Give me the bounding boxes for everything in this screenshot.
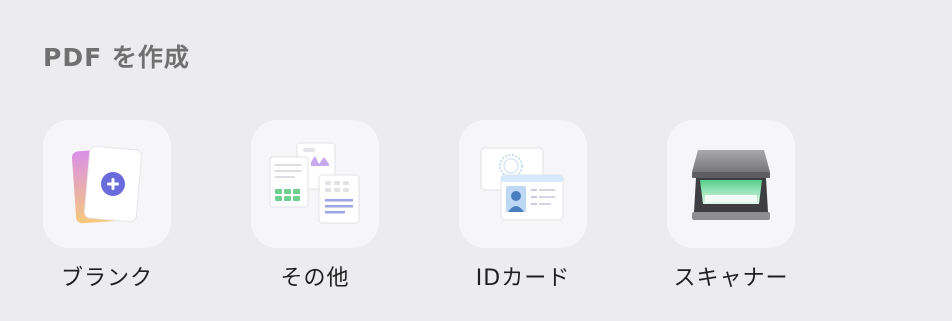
blank-document-plus-icon	[71, 145, 143, 224]
section-title: PDF を作成	[43, 43, 190, 72]
create-scanner-button[interactable]: スキャナー	[667, 120, 857, 291]
tile-label: IDカード	[475, 266, 571, 291]
tile-label: ブランク	[60, 266, 153, 291]
create-other-button[interactable]: その他	[251, 120, 441, 291]
id-card-icon	[480, 147, 564, 221]
other-documents-icon	[269, 142, 360, 224]
create-blank-button[interactable]: ブランク	[43, 120, 233, 291]
create-id-card-button[interactable]: IDカード	[459, 120, 649, 291]
tile-label: スキャナー	[673, 266, 789, 291]
tile-label: その他	[280, 266, 350, 291]
scanner-icon	[692, 150, 770, 220]
